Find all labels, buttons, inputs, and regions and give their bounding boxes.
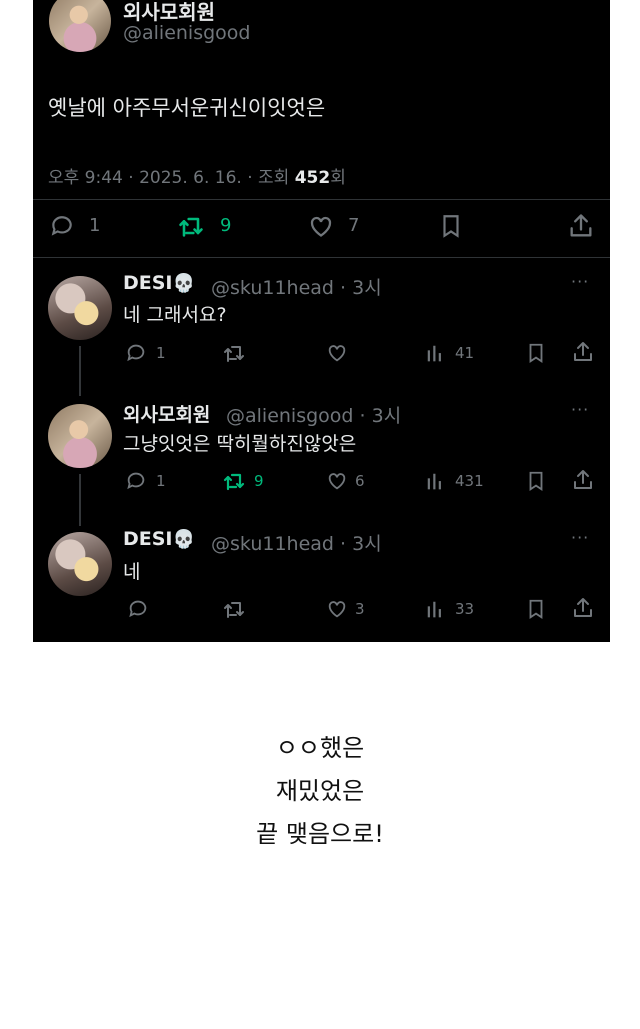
retweet-icon[interactable] <box>221 341 247 365</box>
reply-author-name[interactable]: DESI💀 <box>123 272 195 294</box>
share-icon[interactable] <box>567 212 595 240</box>
caption-line: ㅇㅇ했은 <box>275 734 365 762</box>
reply-author-handle[interactable]: @alienisgood · 3시 <box>226 401 401 428</box>
reply-icon[interactable] <box>127 598 149 620</box>
reply-text: 네 <box>123 561 141 583</box>
view-suffix: 회 <box>330 168 346 188</box>
retweet-icon[interactable] <box>221 597 247 621</box>
retweet-icon[interactable] <box>175 212 207 240</box>
skull-emoji: 💀 <box>172 529 195 550</box>
view-count: 33 <box>455 600 475 618</box>
thread-line <box>79 474 81 526</box>
reply-icon[interactable] <box>48 213 76 239</box>
divider <box>33 199 610 200</box>
tweet-time[interactable]: 오후 9:44 · 2025. 6. 16. · 조회 <box>48 168 289 188</box>
more-icon[interactable]: ··· <box>571 528 589 547</box>
avatar[interactable] <box>48 532 112 596</box>
share-icon[interactable] <box>571 340 595 364</box>
reply-count: 1 <box>156 344 166 362</box>
author-handle[interactable]: @alienisgood <box>123 22 250 44</box>
reply-author-handle[interactable]: @sku11head · 3시 <box>211 273 382 300</box>
view-count: 452 <box>294 168 331 188</box>
like-count: 7 <box>348 215 360 236</box>
thread-line <box>79 346 81 396</box>
bookmark-icon[interactable] <box>525 341 547 365</box>
reply-count: 1 <box>156 472 166 490</box>
retweet-count: 9 <box>254 472 264 490</box>
caption-line: 재밌었은 <box>275 777 365 805</box>
like-count: 6 <box>355 472 365 490</box>
avatar[interactable] <box>48 276 112 340</box>
reply-author-name[interactable]: DESI💀 <box>123 528 195 550</box>
bookmark-icon[interactable] <box>525 597 547 621</box>
reply-author-handle[interactable]: @sku11head · 3시 <box>211 529 382 556</box>
view-count: 431 <box>455 472 484 490</box>
more-icon[interactable]: ··· <box>571 400 589 419</box>
share-icon[interactable] <box>571 596 595 620</box>
tweet-text: 옛날에 아주무서운귀신이잇엇은 <box>48 96 326 120</box>
tweet-thread-panel: 외사모회원 @alienisgood 옛날에 아주무서운귀신이잇엇은 오후 9:… <box>33 0 610 642</box>
reply-icon[interactable] <box>125 470 147 492</box>
like-icon[interactable] <box>325 342 349 364</box>
reply-count: 1 <box>89 215 101 236</box>
bookmark-icon[interactable] <box>438 212 464 240</box>
retweet-icon[interactable] <box>221 469 247 493</box>
skull-emoji: 💀 <box>172 273 195 294</box>
more-icon[interactable]: ··· <box>571 272 589 291</box>
bookmark-icon[interactable] <box>525 469 547 493</box>
avatar[interactable] <box>48 404 112 468</box>
like-count: 3 <box>355 600 365 618</box>
views-icon[interactable] <box>425 471 447 493</box>
view-count: 41 <box>455 344 475 362</box>
views-icon[interactable] <box>425 599 447 621</box>
reply-icon[interactable] <box>125 342 147 364</box>
reply-author-name[interactable]: 외사모회원 <box>123 400 210 427</box>
like-icon[interactable] <box>325 598 349 620</box>
caption-line: 끝 맺음으로! <box>256 820 384 848</box>
like-icon[interactable] <box>306 213 336 240</box>
reply-text: 네 그래서요? <box>123 304 227 326</box>
retweet-count: 9 <box>220 215 232 236</box>
like-icon[interactable] <box>325 470 349 492</box>
tweet-meta: 오후 9:44 · 2025. 6. 16. · 조회 452회 <box>48 163 346 188</box>
share-icon[interactable] <box>571 468 595 492</box>
reply-text: 그냥잇엇은 딱히뭘하진않앗은 <box>123 433 357 455</box>
views-icon[interactable] <box>425 343 447 365</box>
avatar[interactable] <box>49 0 111 52</box>
divider <box>33 257 610 258</box>
